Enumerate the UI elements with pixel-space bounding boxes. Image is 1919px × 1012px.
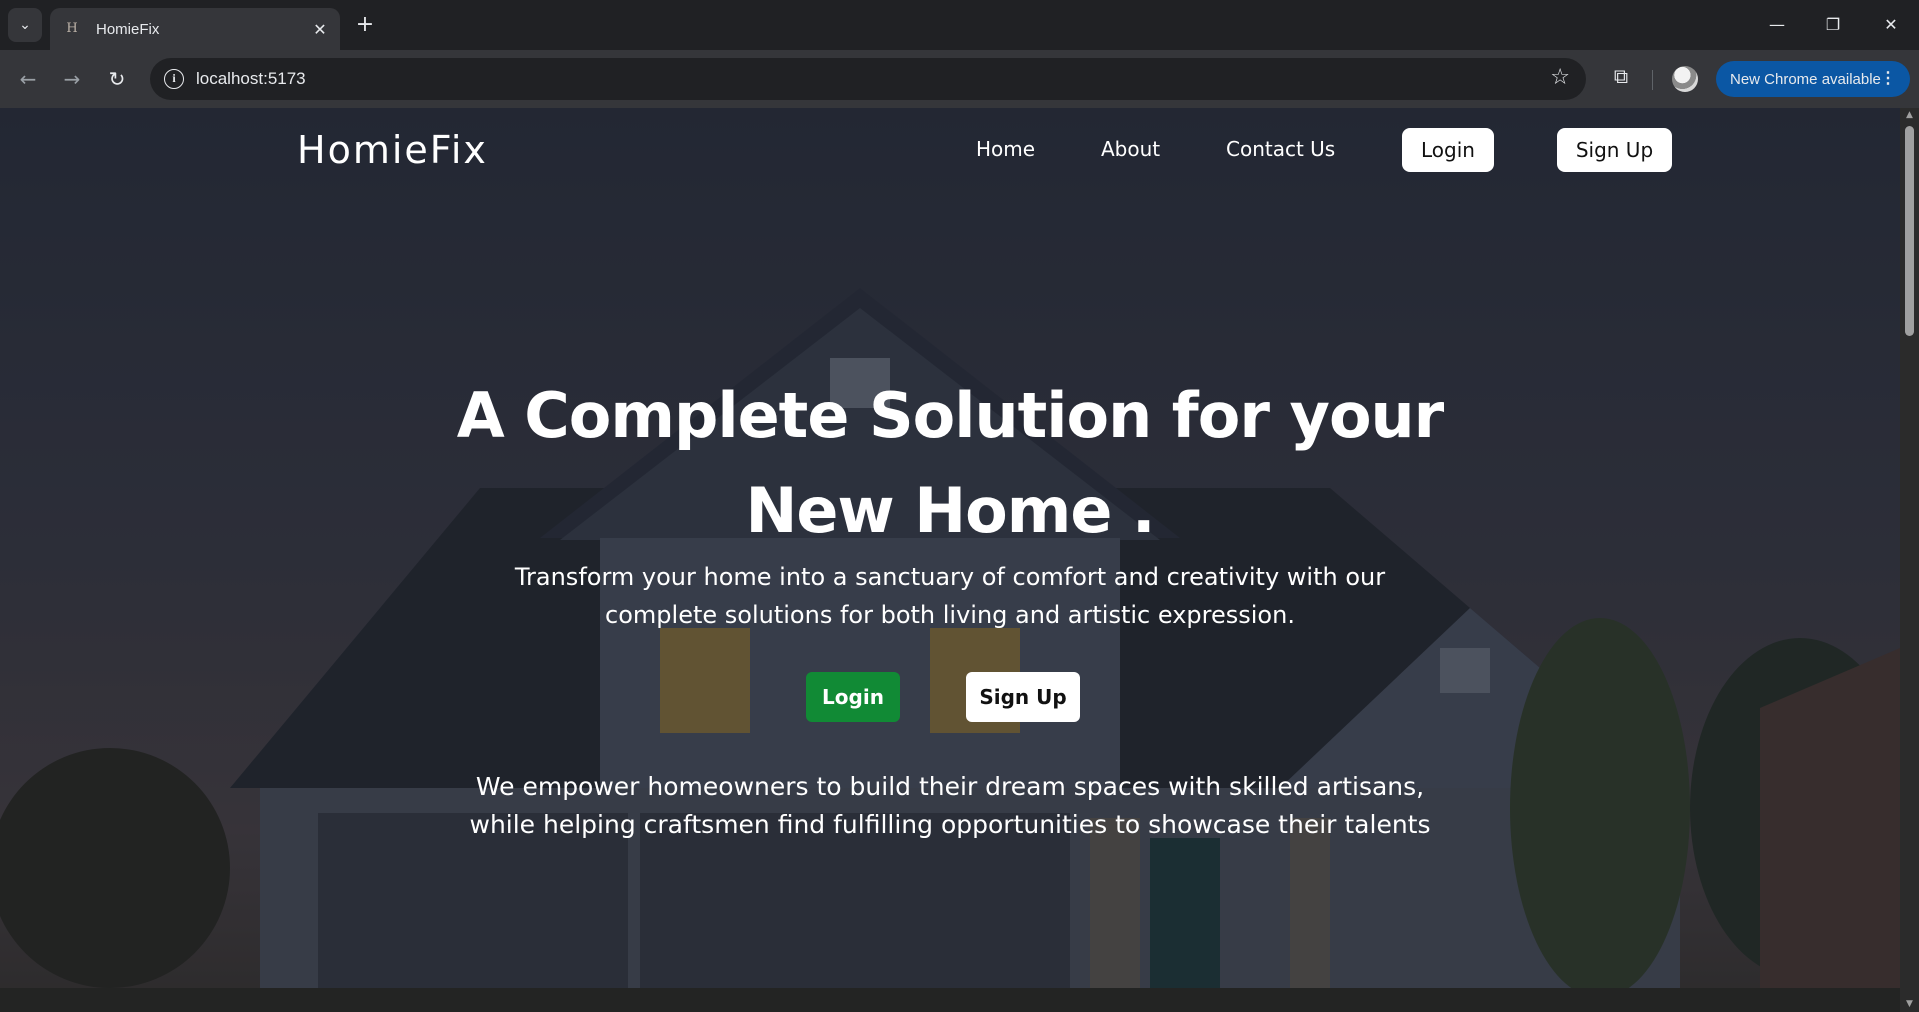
scroll-down-icon[interactable]: ▼	[1904, 1000, 1915, 1009]
page-viewport: HomieFix Home About Contact Us Login Sig…	[0, 108, 1919, 1012]
hero-subtitle-line-1: Transform your home into a sanctuary of …	[514, 563, 1386, 591]
nav-link-about[interactable]: About	[1101, 137, 1160, 161]
new-tab-icon[interactable]: +	[352, 12, 378, 38]
toolbar-divider	[1652, 70, 1653, 90]
minimize-icon[interactable]: —	[1762, 12, 1792, 38]
browser-tab-strip: ⌄ H HomieFix ✕ + — ❐ ✕	[0, 0, 1919, 50]
hero-subtitle: Transform your home into a sanctuary of …	[0, 558, 1900, 634]
brand-logo[interactable]: HomieFix	[297, 128, 488, 172]
reload-icon[interactable]: ↻	[103, 65, 131, 93]
forward-icon[interactable]: →	[58, 65, 86, 93]
browser-tab[interactable]: H HomieFix ✕	[50, 8, 340, 50]
hero-login-button[interactable]: Login	[806, 672, 900, 722]
tab-search-icon[interactable]: ⌄	[8, 8, 42, 42]
restore-icon[interactable]: ❐	[1818, 12, 1848, 38]
hero-mission-text: We empower homeowners to build their dre…	[0, 768, 1900, 844]
browser-toolbar: ← → ↻ i localhost:5173 ☆ ⧉ New Chrome av…	[0, 50, 1919, 108]
window-close-icon[interactable]: ✕	[1876, 12, 1906, 38]
homiefix-favicon: H	[66, 21, 78, 36]
page-scrollbar[interactable]: ▲ ▼	[1900, 108, 1919, 1012]
hero-mission-line-2: while helping craftsmen find fulfilling …	[469, 810, 1431, 839]
scroll-up-icon[interactable]: ▲	[1904, 111, 1915, 120]
scroll-thumb[interactable]	[1905, 126, 1914, 336]
tab-title: HomieFix	[96, 20, 160, 38]
hero-subtitle-line-2: complete solutions for both living and a…	[605, 601, 1295, 629]
hero-title-line-2: New Home .	[745, 474, 1155, 547]
nav-link-home[interactable]: Home	[976, 137, 1035, 161]
profile-avatar[interactable]	[1672, 66, 1698, 92]
close-icon[interactable]: ✕	[310, 20, 330, 39]
site-info-icon[interactable]: i	[164, 69, 184, 89]
hero-title: A Complete Solution for your New Home .	[0, 368, 1900, 558]
update-label: New Chrome available	[1730, 70, 1881, 88]
nav-login-button[interactable]: Login	[1402, 128, 1494, 172]
back-icon[interactable]: ←	[14, 65, 42, 93]
extensions-icon[interactable]: ⧉	[1606, 64, 1636, 94]
update-chrome-button[interactable]: New Chrome available ⋮	[1716, 61, 1910, 97]
menu-dots-icon[interactable]: ⋮	[1880, 68, 1896, 88]
hero-mission-line-1: We empower homeowners to build their dre…	[475, 772, 1425, 801]
hero-signup-button[interactable]: Sign Up	[966, 672, 1080, 722]
hero-section: HomieFix Home About Contact Us Login Sig…	[0, 108, 1900, 1012]
address-bar[interactable]: i localhost:5173 ☆	[150, 58, 1586, 100]
url-text[interactable]: localhost:5173	[196, 69, 306, 89]
hero-title-line-1: A Complete Solution for your	[456, 379, 1445, 452]
bookmark-star-icon[interactable]: ☆	[1550, 65, 1570, 90]
nav-signup-button[interactable]: Sign Up	[1557, 128, 1672, 172]
nav-link-contact[interactable]: Contact Us	[1226, 137, 1335, 161]
